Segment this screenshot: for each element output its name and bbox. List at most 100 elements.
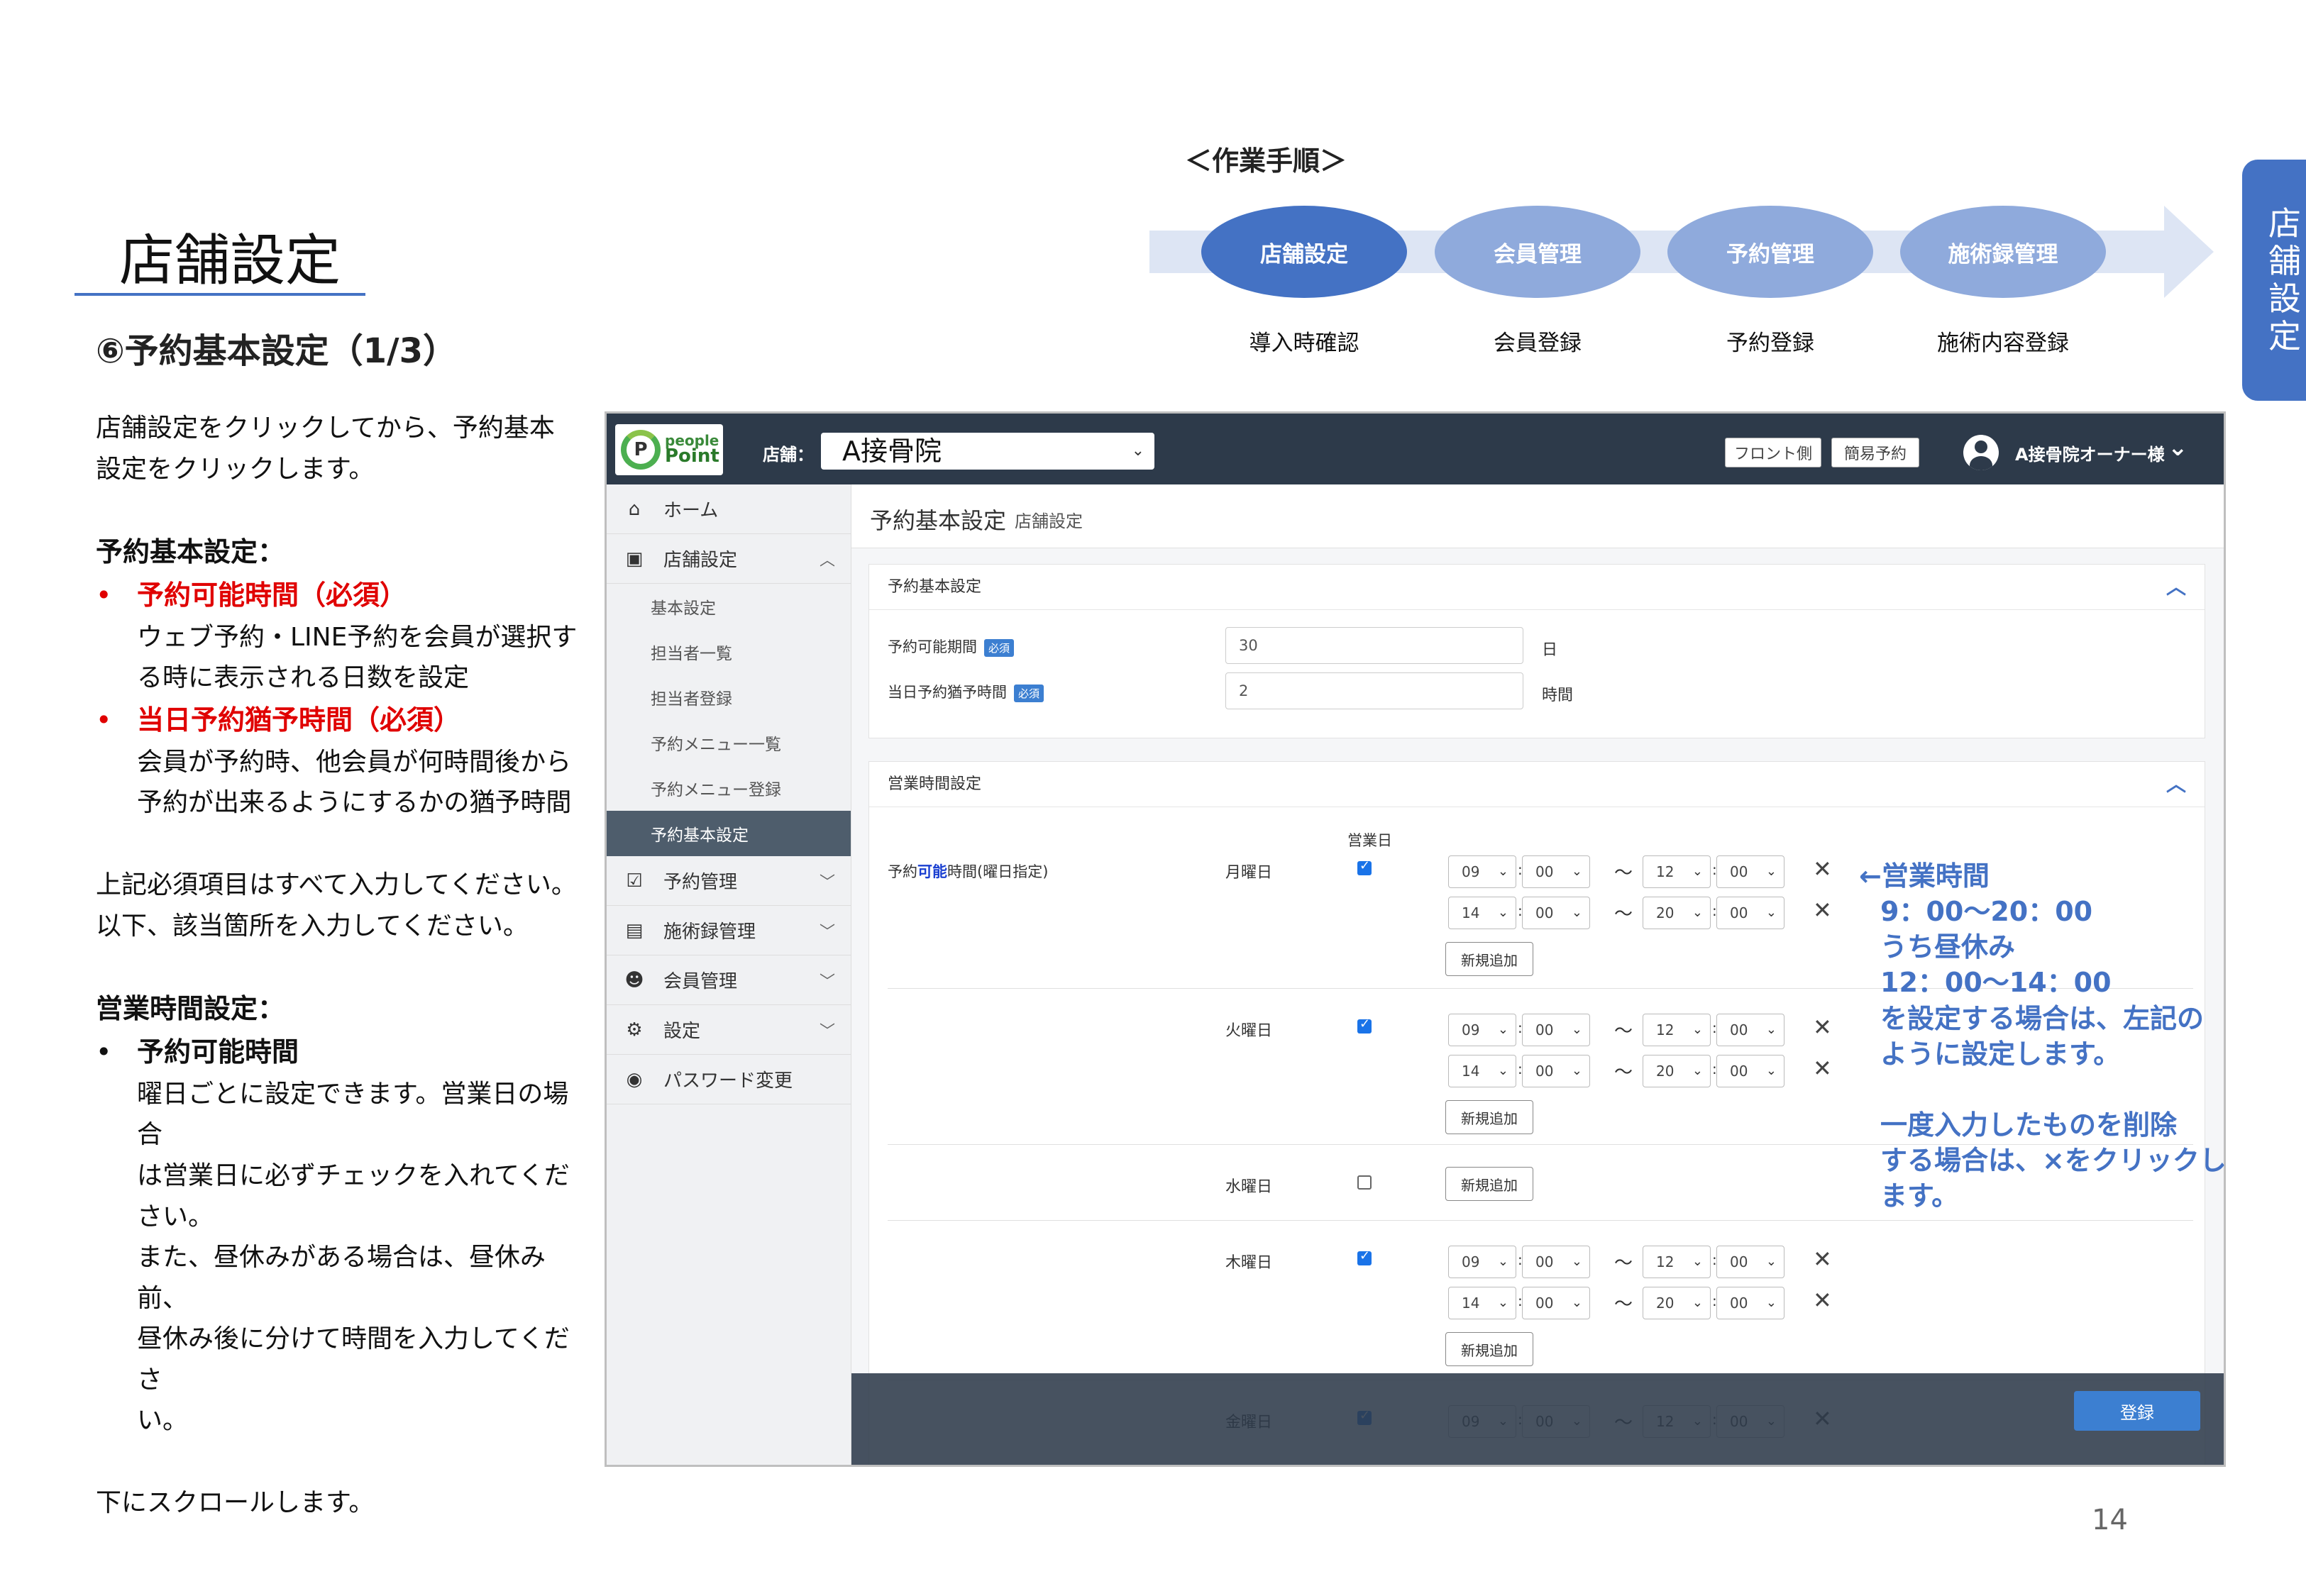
sidebar-item-settings[interactable]: ⚙ 設定 ﹀	[607, 1005, 851, 1055]
end-minute-select[interactable]: 00 ⌄	[1716, 855, 1784, 888]
grace-input[interactable]: 2	[1225, 672, 1523, 709]
chevron-down-icon: ⌄	[1571, 905, 1582, 920]
sidebar-subitem-menu-list[interactable]: 予約メニュー一覧	[607, 720, 851, 765]
start-minute-select[interactable]: 00 ⌄	[1522, 1014, 1590, 1046]
sidebar-subitem-basic[interactable]: 基本設定	[607, 584, 851, 629]
end-minute-select[interactable]: 00 ⌄	[1716, 1014, 1784, 1046]
end-hour-select[interactable]: 12 ⌄	[1643, 1014, 1711, 1046]
end-minute-select[interactable]: 00 ⌄	[1716, 1287, 1784, 1319]
end-hour-select[interactable]: 20 ⌄	[1643, 1055, 1711, 1087]
end-minute-select[interactable]: 00 ⌄	[1716, 897, 1784, 929]
chevron-down-icon: ⌄	[1765, 905, 1777, 920]
store-select[interactable]: A接骨院 ⌄	[821, 433, 1154, 470]
store-select-value: A接骨院	[842, 436, 942, 467]
item2-title: 当日予約猶予時間（必須）	[137, 704, 461, 736]
collapse-up-icon[interactable]: ︿	[2166, 565, 2186, 610]
item3-title: 予約可能時間	[137, 1036, 299, 1068]
range-tilde: ～	[1614, 1021, 1633, 1042]
sidebar-item-password[interactable]: ◉ パスワード変更	[607, 1055, 851, 1104]
chevron-down-icon: ⌄	[1765, 864, 1777, 879]
hours-card-header[interactable]: 営業時間設定 ︿	[869, 762, 2205, 807]
period-input[interactable]: 30	[1225, 627, 1523, 664]
sidebar-item-reservation[interactable]: ☑ 予約管理 ﹀	[607, 856, 851, 906]
chevron-down-icon: ⌄	[1692, 1295, 1703, 1310]
end-hour-value: 12	[1656, 1253, 1675, 1270]
sidebar-subitem-reservation-basic[interactable]: 予約基本設定	[607, 811, 851, 856]
app-logo[interactable]: P people Point	[615, 424, 723, 475]
chevron-down-icon: ⌄	[1571, 1254, 1582, 1269]
remove-time-icon[interactable]: ✕	[1813, 1246, 1832, 1273]
start-hour-select[interactable]: 09 ⌄	[1448, 1246, 1516, 1278]
sidebar-item-label: 会員管理	[663, 971, 738, 992]
remove-time-icon[interactable]: ✕	[1813, 855, 1832, 882]
end-minute-select[interactable]: 00 ⌄	[1716, 1055, 1784, 1087]
basic-settings-card: 予約基本設定 ︿ 予約可能期間 必須 30 日 当日予約猶予時間 必須 2 時間	[868, 564, 2205, 738]
item2-desc-2: 予約が出来るようにするかの猶予時間	[137, 788, 572, 818]
end-hour-value: 20	[1656, 1063, 1675, 1080]
end-minute-select[interactable]: 00 ⌄	[1716, 1246, 1784, 1278]
sidebar-item-home[interactable]: ⌂ ホーム	[607, 484, 851, 534]
hours-heading: 営業時間設定：	[96, 993, 285, 1025]
sidebar-subitem-staff-register[interactable]: 担当者登録	[607, 675, 851, 720]
start-hour-select[interactable]: 09 ⌄	[1448, 1014, 1516, 1046]
business-day-checkbox[interactable]	[1357, 858, 1372, 875]
add-time-button[interactable]: 新規追加	[1445, 942, 1533, 976]
remove-time-icon[interactable]: ✕	[1813, 1014, 1832, 1041]
collapse-up-icon[interactable]: ︿	[2166, 762, 2186, 807]
chevron-down-icon: ﹀	[819, 873, 835, 892]
start-minute-select[interactable]: 00 ⌄	[1522, 1246, 1590, 1278]
start-hour-select[interactable]: 14 ⌄	[1448, 1287, 1516, 1319]
start-minute-select[interactable]: 00 ⌄	[1522, 855, 1590, 888]
item1-desc-1: ウェブ予約・LINE予約を会員が選択す	[137, 622, 578, 652]
chevron-down-icon: ⌄	[1497, 1022, 1508, 1037]
start-hour-value: 14	[1462, 1295, 1480, 1312]
annotation-callout: ←営業時間 9：00～20：00 うち昼休み 12：00～14：00 を設定する…	[1859, 858, 2256, 1214]
remove-time-icon[interactable]: ✕	[1813, 1055, 1832, 1082]
sidebar-subitem-menu-register[interactable]: 予約メニュー登録	[607, 765, 851, 811]
user-avatar-icon[interactable]	[1963, 435, 1999, 470]
add-time-button[interactable]: 新規追加	[1445, 1100, 1533, 1134]
start-hour-select[interactable]: 14 ⌄	[1448, 1055, 1516, 1087]
sidebar-item-members[interactable]: ☻ 会員管理 ﹀	[607, 955, 851, 1005]
chevron-down-icon: ⌄	[1571, 1022, 1582, 1037]
side-tab: 店舗設定	[2242, 160, 2306, 401]
add-time-button[interactable]: 新規追加	[1445, 1167, 1533, 1201]
end-hour-select[interactable]: 20 ⌄	[1643, 1287, 1711, 1319]
start-minute-select[interactable]: 00 ⌄	[1522, 1055, 1590, 1087]
user-menu-chevron-icon[interactable]: ⌄	[2168, 433, 2188, 462]
front-side-button[interactable]: フロント側	[1725, 438, 1821, 467]
register-button[interactable]: 登録	[2074, 1391, 2200, 1431]
chevron-down-icon: ⌄	[1497, 1254, 1508, 1269]
period-label-text: 予約可能期間	[888, 638, 977, 655]
remove-time-icon[interactable]: ✕	[1813, 1287, 1832, 1314]
sidebar-subitem-staff-list[interactable]: 担当者一覧	[607, 629, 851, 675]
start-hour-select[interactable]: 14 ⌄	[1448, 897, 1516, 929]
end-hour-select[interactable]: 12 ⌄	[1643, 855, 1711, 888]
business-day-checkbox[interactable]	[1357, 1016, 1372, 1033]
end-hour-select[interactable]: 20 ⌄	[1643, 897, 1711, 929]
end-hour-select[interactable]: 12 ⌄	[1643, 1246, 1711, 1278]
basic-card-header[interactable]: 予約基本設定 ︿	[869, 565, 2205, 610]
business-day-checkbox[interactable]	[1357, 1175, 1372, 1190]
remove-time-icon[interactable]: ✕	[1813, 897, 1832, 924]
users-icon: ☻	[624, 970, 644, 991]
chevron-down-icon: ⌄	[1692, 905, 1703, 920]
user-name[interactable]: A接骨院オーナー様	[2015, 440, 2165, 465]
business-day-checkbox[interactable]	[1357, 1248, 1372, 1265]
sidebar-item-treatment[interactable]: ▤ 施術録管理 ﹀	[607, 906, 851, 955]
start-hour-value: 09	[1462, 1253, 1480, 1270]
required-badge: 必須	[1014, 684, 1044, 702]
start-minute-value: 00	[1535, 1063, 1554, 1080]
workflow-sub-treatment: 施術内容登録	[1937, 331, 2069, 356]
chevron-down-icon: ﹀	[819, 972, 835, 991]
start-minute-select[interactable]: 00 ⌄	[1522, 897, 1590, 929]
end-minute-value: 00	[1730, 1295, 1748, 1312]
logo-mark-icon: P	[621, 430, 661, 470]
simple-reservation-button[interactable]: 簡易予約	[1831, 438, 1919, 467]
start-minute-select[interactable]: 00 ⌄	[1522, 1287, 1590, 1319]
chevron-down-icon: ⌄	[1765, 1063, 1777, 1078]
explanation-panel: 店舗設定をクリックしてから、予約基本 設定をクリックします。 予約基本設定： 予…	[96, 408, 578, 1524]
sidebar-item-store-settings[interactable]: ▣ 店舗設定 ︿	[607, 534, 851, 584]
start-hour-select[interactable]: 09 ⌄	[1448, 855, 1516, 888]
add-time-button[interactable]: 新規追加	[1445, 1332, 1533, 1366]
